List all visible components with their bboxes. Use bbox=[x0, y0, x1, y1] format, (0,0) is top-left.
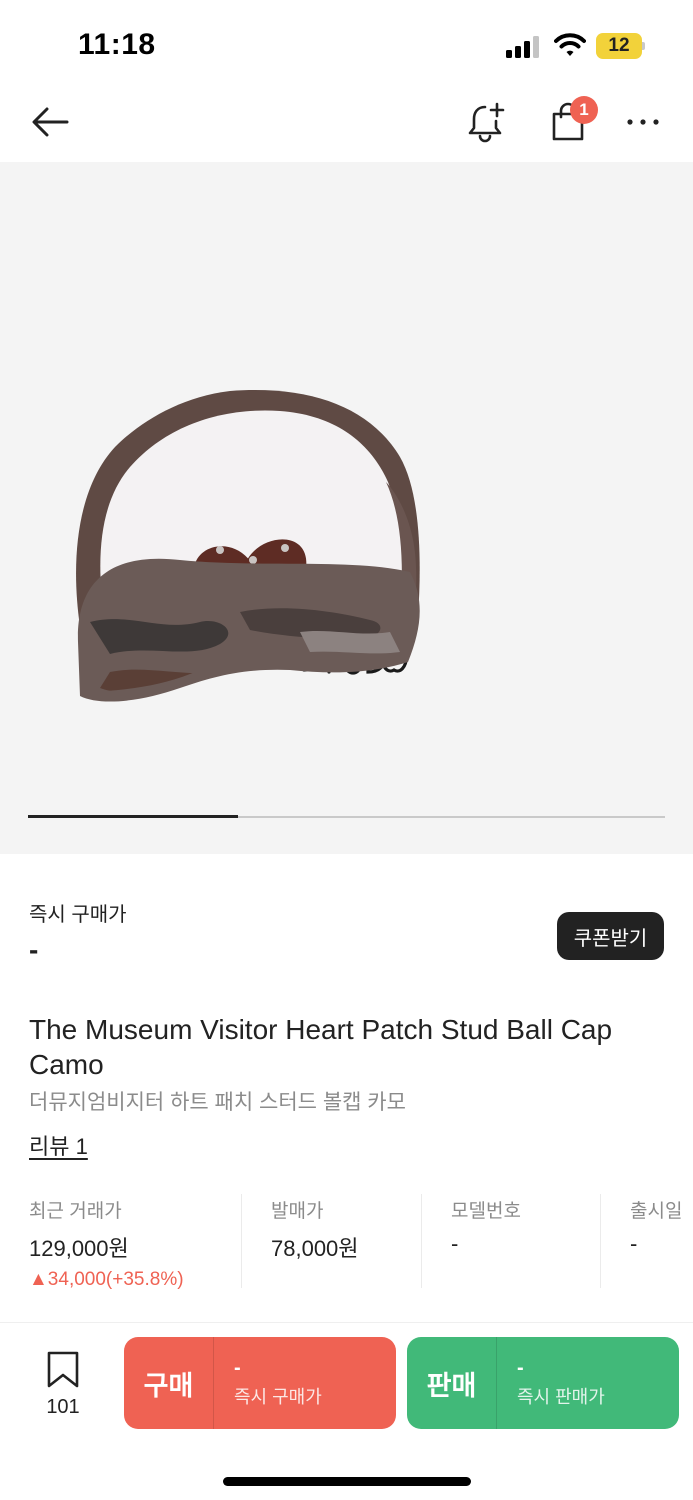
release-date-value: - bbox=[630, 1231, 638, 1256]
buy-label: 구매 bbox=[124, 1337, 214, 1429]
recent-trade-label: 최근 거래가 bbox=[29, 1201, 122, 1222]
gallery-progress-fill bbox=[28, 815, 239, 818]
release-price: 발매가 78,000원 bbox=[271, 1194, 421, 1288]
divider bbox=[241, 1194, 242, 1288]
cart-count-badge: 1 bbox=[570, 96, 598, 124]
gallery-progress bbox=[28, 815, 665, 818]
bell-plus-icon bbox=[468, 102, 505, 143]
review-link[interactable]: 리뷰 1 bbox=[29, 1129, 88, 1161]
release-date-label: 출시일 bbox=[630, 1201, 683, 1222]
more-button[interactable] bbox=[612, 90, 674, 154]
release-price-value: 78,000원 bbox=[271, 1236, 359, 1261]
top-nav-bar: 1 bbox=[0, 90, 693, 160]
status-bar: 11:18 12 bbox=[0, 0, 693, 90]
divider bbox=[600, 1194, 601, 1288]
coupon-button[interactable]: 쿠폰받기 bbox=[557, 912, 664, 960]
wishlist-button[interactable]: 101 bbox=[30, 1351, 96, 1421]
recent-trade-value: 129,000원 bbox=[29, 1236, 129, 1261]
release-price-label: 발매가 bbox=[271, 1201, 324, 1222]
sell-price-info: - 즉시 판매가 bbox=[497, 1337, 605, 1429]
back-button[interactable] bbox=[20, 90, 80, 154]
recent-trade-change: ▲34,000(+35.8%) bbox=[29, 1269, 184, 1290]
instant-buy-price-label: 즉시 구매가 bbox=[29, 904, 127, 926]
product-info-row: 최근 거래가 129,000원 ▲34,000(+35.8%) 발매가 78,0… bbox=[0, 1194, 693, 1290]
cart-button[interactable]: 1 bbox=[536, 90, 602, 154]
more-dots-icon bbox=[627, 119, 659, 125]
divider bbox=[421, 1194, 422, 1288]
product-image-gallery[interactable] bbox=[0, 162, 693, 854]
sell-caption: 즉시 판매가 bbox=[517, 1387, 605, 1407]
buy-button[interactable]: 구매 - 즉시 구매가 bbox=[124, 1337, 396, 1429]
model-number: 모델번호 - bbox=[451, 1194, 591, 1288]
wishlist-count: 101 bbox=[46, 1396, 80, 1418]
sell-button[interactable]: 판매 - 즉시 판매가 bbox=[407, 1337, 679, 1429]
signal-icon bbox=[506, 36, 542, 58]
instant-buy-price-value: - bbox=[29, 934, 39, 965]
model-number-value: - bbox=[451, 1231, 459, 1256]
back-arrow-icon bbox=[32, 107, 69, 137]
wifi-icon bbox=[554, 32, 586, 58]
product-subtitle: 더뮤지엄비지터 하트 패치 스터드 볼캡 카모 bbox=[29, 1091, 406, 1114]
bottom-action-bar: 101 구매 - 즉시 구매가 판매 - 즉시 판매가 bbox=[0, 1322, 693, 1500]
status-time: 11:18 bbox=[78, 28, 156, 61]
buy-price-info: - 즉시 구매가 bbox=[214, 1337, 322, 1429]
home-indicator bbox=[223, 1477, 471, 1486]
battery-icon: 12 bbox=[596, 33, 646, 59]
bookmark-icon bbox=[47, 1351, 79, 1388]
release-date: 출시일 - bbox=[630, 1194, 693, 1288]
model-number-label: 모델번호 bbox=[451, 1201, 521, 1222]
buy-caption: 즉시 구매가 bbox=[234, 1387, 322, 1407]
battery-level: 12 bbox=[608, 35, 630, 56]
sell-price: - bbox=[517, 1357, 524, 1379]
buy-price: - bbox=[234, 1357, 241, 1379]
product-title: The Museum Visitor Heart Patch Stud Ball… bbox=[29, 1014, 613, 1080]
alarm-button[interactable] bbox=[456, 90, 518, 154]
product-cap-image bbox=[76, 390, 420, 702]
recent-trade-price: 최근 거래가 129,000원 ▲34,000(+35.8%) bbox=[29, 1194, 234, 1290]
sell-label: 판매 bbox=[407, 1337, 497, 1429]
